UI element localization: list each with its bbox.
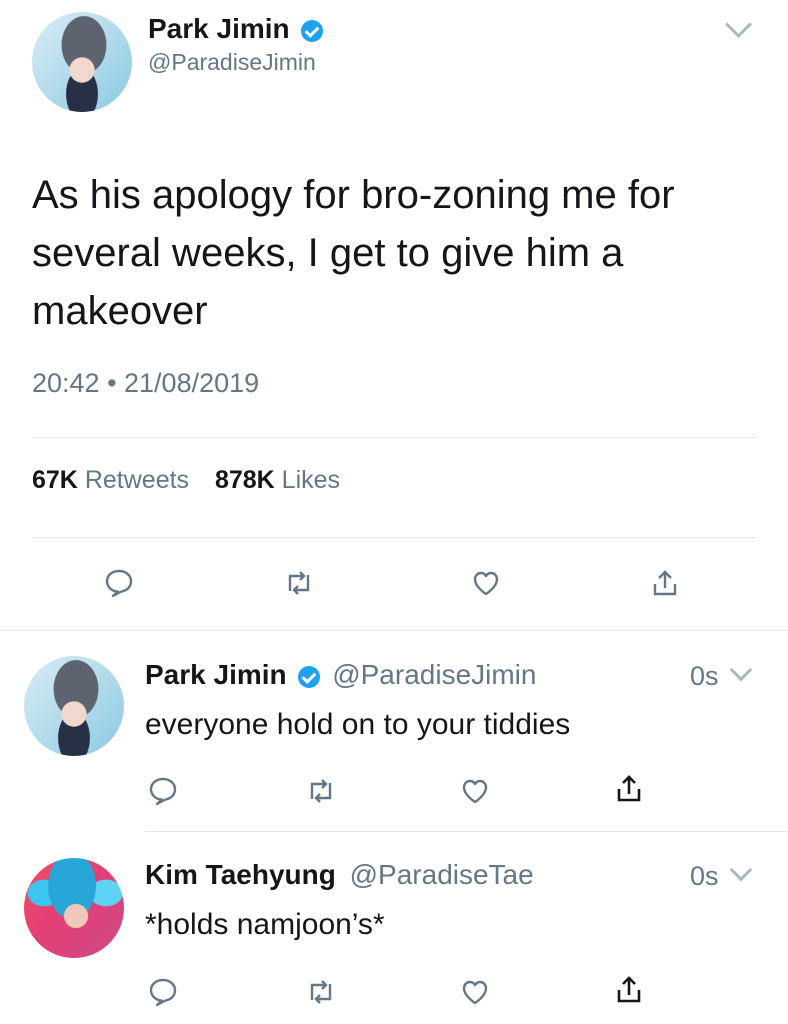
reply-1-retweet-icon[interactable] [305,775,337,807]
tweet-options-chevron-icon[interactable] [725,11,752,38]
main-tweet-timestamp[interactable]: 20:42 • 21/08/2019 [32,366,259,400]
main-author-handle[interactable]: @ParadiseJimin [148,48,316,76]
reply-2-reply-icon[interactable] [147,976,179,1008]
reply-2-share-icon[interactable] [613,974,645,1006]
reply-1-bottom-divider [145,831,788,832]
main-author-avatar[interactable] [32,12,132,112]
reply-1-like-icon[interactable] [459,775,491,807]
likes-count[interactable]: 878K [215,466,275,494]
likes-label[interactable]: Likes [282,466,340,494]
main-share-icon[interactable] [649,567,681,599]
reply-2-author-handle[interactable]: @ParadiseTae [350,859,534,890]
reply-2-retweet-icon[interactable] [305,976,337,1008]
main-tweet-line-1: As his apology for bro-zoning me for [32,173,675,217]
reply-1-share-icon[interactable] [613,773,645,805]
main-retweet-icon[interactable] [283,567,315,599]
retweets-count[interactable]: 67K [32,466,78,494]
reply-1-header: Park Jimin @ParadiseJimin [145,658,536,692]
verified-badge-icon [301,19,324,42]
reply-2-options-chevron-icon[interactable] [729,858,753,882]
main-author-name[interactable]: Park Jimin [148,13,290,44]
reply-2-header: Kim Taehyung @ParadiseTae [145,858,534,892]
reply-1-time[interactable]: 0s [690,660,719,692]
stats-top-divider [32,437,756,438]
main-tweet-line-2: several weeks, I get to give him a [32,231,624,275]
main-tweet-bottom-divider [0,630,788,631]
main-author-name-row[interactable]: Park Jimin [148,12,324,46]
main-tweet-line-3: makeover [32,289,208,333]
reply-2-time[interactable]: 0s [690,860,719,892]
reply-1-reply-icon[interactable] [147,775,179,807]
retweets-label[interactable]: Retweets [85,466,189,494]
reply-1-text: everyone hold on to your tiddies [145,708,571,741]
reply-2-text: *holds namjoon’s* [145,908,385,941]
reply-1-author-handle[interactable]: @ParadiseJimin [332,659,536,690]
reply-1-avatar[interactable] [24,656,124,756]
main-reply-icon[interactable] [103,567,135,599]
tweet-stats: 67K Retweets 878K Likes [32,464,340,496]
main-tweet-text: As his apology for bro-zoning me for sev… [32,166,752,340]
reply-1-options-chevron-icon[interactable] [729,658,753,682]
reply-1-author-name[interactable]: Park Jimin [145,659,287,690]
reply-2-author-name[interactable]: Kim Taehyung [145,859,336,890]
reply-2-avatar[interactable] [24,858,124,958]
stats-bottom-divider [32,537,756,538]
reply-2-like-icon[interactable] [459,976,491,1008]
main-like-icon[interactable] [470,567,502,599]
verified-badge-icon [298,665,321,688]
